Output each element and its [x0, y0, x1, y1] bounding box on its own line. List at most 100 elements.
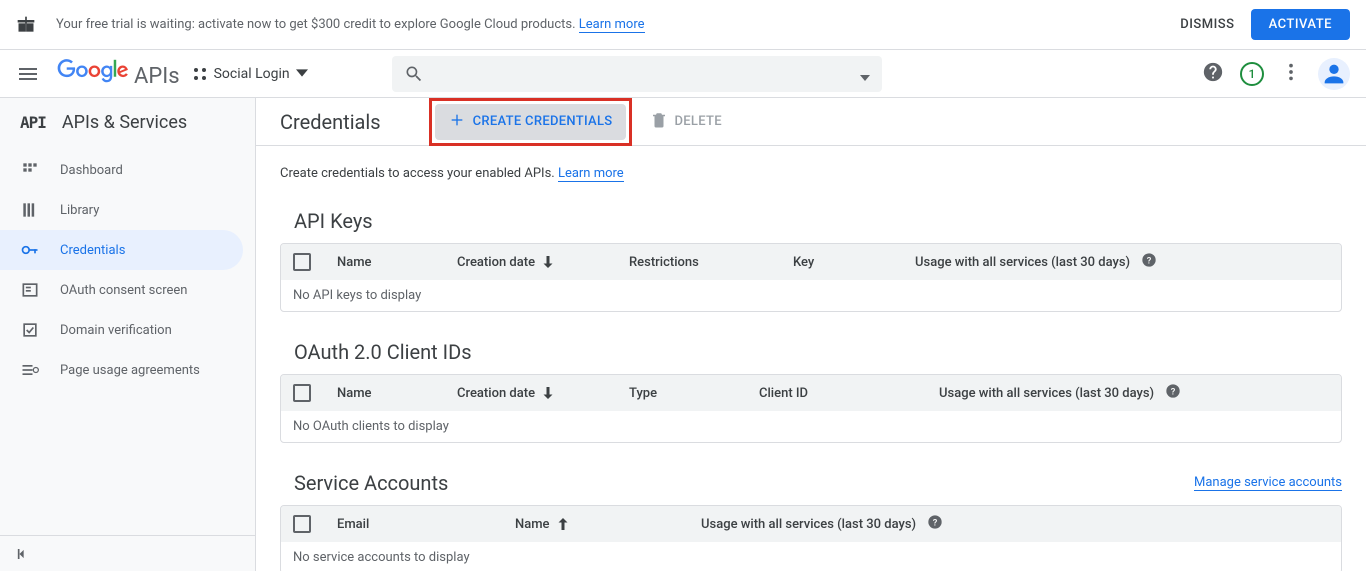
delete-button[interactable]: DELETE: [650, 111, 721, 133]
col-name-label: Name: [515, 517, 550, 532]
content-area: API APIs & Services Dashboard Library Cr…: [0, 98, 1366, 571]
library-icon: [20, 200, 40, 220]
col-type[interactable]: Type: [629, 386, 759, 401]
project-selector[interactable]: Social Login: [192, 66, 308, 82]
search-icon: [404, 64, 424, 88]
section-title-oauth: OAuth 2.0 Client IDs: [294, 340, 472, 364]
appbar-right: 1: [1202, 58, 1350, 90]
info-text-content: Create credentials to access your enable…: [280, 166, 558, 181]
table-header: Name Creation date Type Client ID Usage …: [281, 375, 1341, 411]
key-icon: [20, 240, 40, 260]
sidebar-item-dashboard[interactable]: Dashboard: [0, 150, 255, 190]
section-oauth-clients: OAuth 2.0 Client IDs Name Creation date …: [280, 340, 1342, 443]
col-restrictions[interactable]: Restrictions: [629, 255, 793, 270]
table-service-accounts: Email Name Usage with all services (last…: [280, 505, 1342, 571]
chevron-down-icon[interactable]: [860, 70, 870, 85]
sidebar-title: APIs & Services: [62, 112, 187, 133]
sidebar-item-label: Library: [60, 203, 99, 218]
col-usage[interactable]: Usage with all services (last 30 days) ?: [939, 383, 1329, 403]
col-email[interactable]: Email: [337, 517, 515, 532]
help-icon[interactable]: [1202, 61, 1224, 87]
col-name[interactable]: Name: [515, 515, 701, 533]
help-icon[interactable]: ?: [927, 514, 943, 534]
trial-message-text: Your free trial is waiting: activate now…: [56, 17, 579, 32]
col-client-id[interactable]: Client ID: [759, 386, 939, 401]
trash-icon: [650, 111, 668, 133]
api-logo-icon: API: [20, 113, 46, 132]
table-header: Name Creation date Restrictions Key Usag…: [281, 244, 1341, 280]
hamburger-menu-icon[interactable]: [16, 62, 40, 86]
col-usage-label: Usage with all services (last 30 days): [939, 386, 1154, 401]
select-all-checkbox[interactable]: [293, 515, 311, 533]
consent-icon: [20, 280, 40, 300]
col-creation-date[interactable]: Creation date: [457, 253, 629, 271]
arrow-up-icon: [554, 515, 572, 533]
section-api-keys: API Keys Name Creation date Restrictions…: [280, 209, 1342, 312]
help-icon[interactable]: ?: [1165, 383, 1181, 403]
col-usage-label: Usage with all services (last 30 days): [701, 517, 916, 532]
select-all-checkbox[interactable]: [293, 384, 311, 402]
search-bar[interactable]: [392, 56, 882, 92]
sidebar-item-page-usage-agreements[interactable]: Page usage agreements: [0, 350, 255, 390]
table-oauth-clients: Name Creation date Type Client ID Usage …: [280, 374, 1342, 443]
sidebar-item-label: Dashboard: [60, 163, 123, 178]
info-text: Create credentials to access your enable…: [280, 166, 1342, 181]
avatar[interactable]: [1318, 58, 1350, 90]
trial-learn-more-link[interactable]: Learn more: [579, 17, 645, 33]
verified-icon: [20, 320, 40, 340]
col-creation-date-label: Creation date: [457, 386, 535, 401]
create-credentials-button[interactable]: CREATE CREDENTIALS: [435, 104, 627, 140]
col-creation-date[interactable]: Creation date: [457, 384, 629, 402]
section-title-api-keys: API Keys: [294, 209, 373, 233]
project-name: Social Login: [214, 66, 290, 82]
main-header: Credentials CREATE CREDENTIALS DELETE: [256, 98, 1366, 146]
chevron-down-icon: [296, 66, 308, 81]
app-bar: APIs Social Login 1: [0, 50, 1366, 98]
sidebar-item-oauth-consent[interactable]: OAuth consent screen: [0, 270, 255, 310]
delete-label: DELETE: [674, 114, 721, 129]
sidebar-item-credentials[interactable]: Credentials: [0, 230, 243, 270]
svg-text:?: ?: [1171, 386, 1176, 397]
svg-text:?: ?: [1147, 255, 1152, 266]
sidebar-item-label: Page usage agreements: [60, 363, 200, 378]
dashboard-icon: [20, 160, 40, 180]
svg-text:?: ?: [933, 517, 938, 528]
col-name[interactable]: Name: [337, 386, 457, 401]
trial-credits-badge[interactable]: 1: [1240, 62, 1264, 86]
manage-service-accounts-link[interactable]: Manage service accounts: [1194, 475, 1342, 491]
col-key[interactable]: Key: [793, 255, 915, 270]
dismiss-button[interactable]: DISMISS: [1180, 17, 1234, 32]
sidebar-collapse-button[interactable]: [0, 535, 255, 571]
create-credentials-label: CREATE CREDENTIALS: [473, 114, 613, 129]
main-body: Create credentials to access your enable…: [256, 146, 1366, 571]
table-empty-message: No API keys to display: [281, 280, 1341, 311]
sidebar-item-domain-verification[interactable]: Domain verification: [0, 310, 255, 350]
sidebar: API APIs & Services Dashboard Library Cr…: [0, 98, 256, 571]
logo-apis-text: APIs: [134, 64, 180, 89]
sidebar-nav: Dashboard Library Credentials OAuth cons…: [0, 146, 255, 535]
create-credentials-highlight: CREATE CREDENTIALS: [429, 98, 633, 146]
sidebar-header[interactable]: API APIs & Services: [0, 98, 255, 146]
help-icon[interactable]: ?: [1141, 252, 1157, 272]
search-input[interactable]: [392, 56, 882, 92]
col-usage[interactable]: Usage with all services (last 30 days) ?: [701, 514, 1329, 534]
google-logo[interactable]: APIs: [56, 59, 180, 89]
table-empty-message: No OAuth clients to display: [281, 411, 1341, 442]
sidebar-item-label: Credentials: [60, 243, 125, 258]
sidebar-item-label: Domain verification: [60, 323, 172, 338]
table-api-keys: Name Creation date Restrictions Key Usag…: [280, 243, 1342, 312]
activate-button[interactable]: ACTIVATE: [1251, 9, 1350, 40]
info-learn-more-link[interactable]: Learn more: [558, 166, 624, 182]
col-usage[interactable]: Usage with all services (last 30 days) ?: [915, 252, 1329, 272]
col-name[interactable]: Name: [337, 255, 457, 270]
sidebar-item-library[interactable]: Library: [0, 190, 255, 230]
more-vert-icon[interactable]: [1280, 61, 1302, 87]
col-creation-date-label: Creation date: [457, 255, 535, 270]
trial-banner: Your free trial is waiting: activate now…: [0, 0, 1366, 50]
settings-list-icon: [20, 360, 40, 380]
plus-icon: [449, 112, 465, 132]
table-empty-message: No service accounts to display: [281, 542, 1341, 571]
select-all-checkbox[interactable]: [293, 253, 311, 271]
trial-message: Your free trial is waiting: activate now…: [56, 17, 1180, 32]
table-header: Email Name Usage with all services (last…: [281, 506, 1341, 542]
